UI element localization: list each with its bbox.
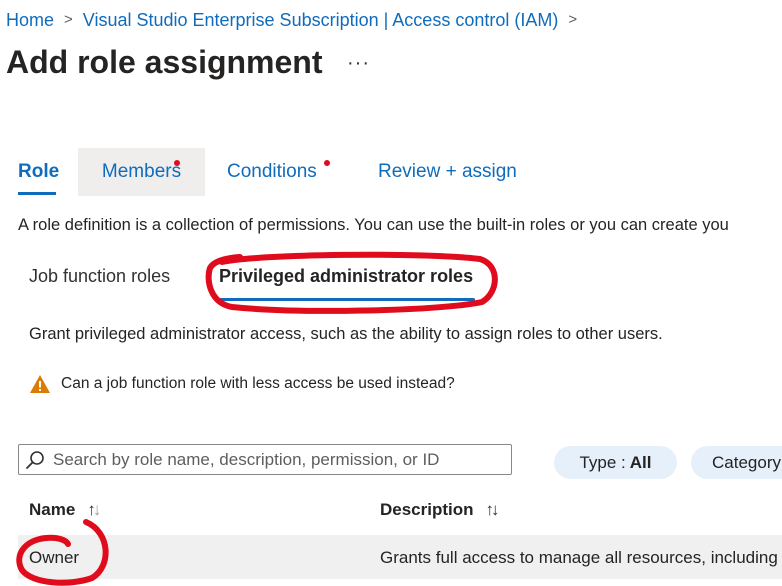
tab-members-label: Members [101, 161, 182, 182]
warning-text: Can a job function role with less access… [61, 375, 455, 392]
role-definition-description: A role definition is a collection of per… [18, 216, 729, 234]
tab-conditions-label: Conditions [227, 161, 317, 182]
tab-privileged-active-indicator [219, 298, 475, 301]
column-header-description-label: Description [380, 500, 474, 519]
tab-privileged-administrator-roles[interactable]: Privileged administrator roles [219, 266, 473, 287]
type-filter-label: Type : [579, 452, 626, 472]
type-filter-pill[interactable]: Type : All [554, 446, 677, 479]
column-header-name[interactable]: Name ↑↓ [29, 500, 101, 520]
role-description-cell: Grants full access to manage all resourc… [380, 548, 778, 567]
search-icon [26, 450, 44, 469]
category-filter-label: Category [712, 452, 781, 472]
role-name-cell[interactable]: Owner [29, 548, 79, 568]
warning-message: Can a job function role with less access… [29, 374, 455, 394]
breadcrumb-chevron-icon: > [64, 10, 73, 28]
breadcrumb: Home > Visual Studio Enterprise Subscrip… [6, 8, 587, 32]
required-indicator-dot-icon [324, 160, 330, 166]
breadcrumb-iam-link[interactable]: Visual Studio Enterprise Subscription | … [83, 10, 559, 31]
tab-review-assign[interactable]: Review + assign [378, 148, 517, 196]
search-input[interactable] [53, 449, 493, 470]
column-header-description[interactable]: Description ↑↓ [380, 500, 500, 520]
page-title: Add role assignment [6, 44, 323, 80]
sort-arrows-icon: ↑↓ [87, 500, 101, 519]
tab-members[interactable]: Members [78, 148, 205, 196]
breadcrumb-home-link[interactable]: Home [6, 10, 54, 31]
breadcrumb-chevron-icon: > [568, 10, 578, 28]
category-filter-pill[interactable]: Category [691, 446, 782, 479]
tab-role[interactable]: Role [6, 148, 71, 196]
annotation-overlay [16, 251, 498, 586]
tab-role-active-indicator [18, 192, 56, 195]
tab-conditions[interactable]: Conditions [227, 148, 330, 196]
sort-arrows-icon: ↑↓ [485, 500, 500, 519]
privileged-description: Grant privileged administrator access, s… [29, 325, 663, 343]
tab-job-function-roles[interactable]: Job function roles [29, 266, 170, 287]
column-header-name-label: Name [29, 500, 76, 519]
role-search-box[interactable] [18, 444, 512, 475]
required-indicator-dot-icon [174, 160, 180, 166]
more-options-button[interactable]: ··· [347, 52, 370, 75]
type-filter-value: All [629, 452, 652, 472]
warning-triangle-icon [30, 375, 50, 393]
